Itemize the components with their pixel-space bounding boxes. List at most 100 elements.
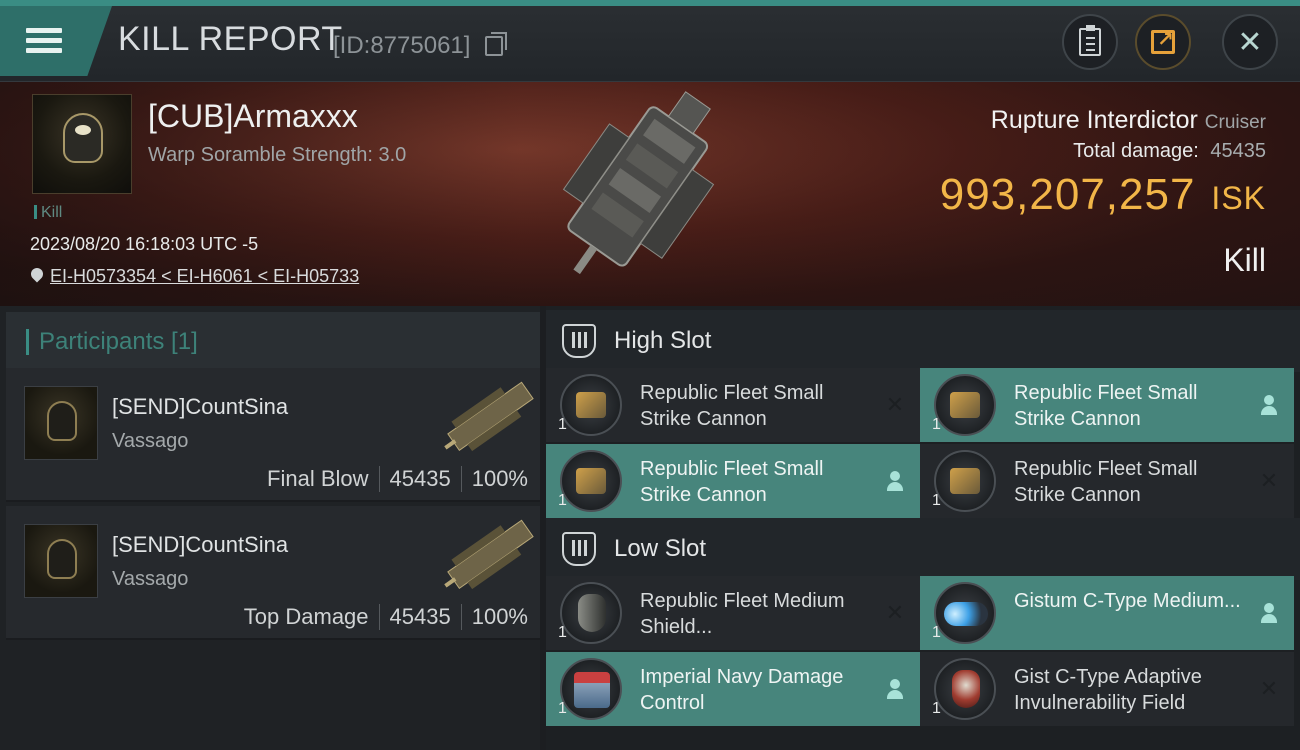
participants-header[interactable]: Participants [1] — [6, 312, 540, 372]
kill-report-window: KILL REPORT [ID:8775061] ✕ [CUB]Armaxxx … — [0, 0, 1300, 750]
destroyed-icon: ✕ — [885, 392, 905, 417]
module-quantity: 1 — [932, 492, 941, 509]
projectile-turret-icon — [560, 374, 622, 436]
module-name: Gistum C-Type Medium... — [1014, 590, 1241, 612]
location-link[interactable]: EI-H0573354 < EI-H6061 < EI-H05733 — [50, 266, 359, 287]
participant-row[interactable]: [SEND]CountSina Vassago Top Damage 45435… — [6, 506, 540, 640]
participant-percent: 100% — [471, 604, 528, 629]
module-item[interactable]: 1 Gistum C-Type Medium... — [920, 576, 1294, 650]
module-name: Republic Fleet Small Strike Cannon — [640, 458, 824, 506]
module-item[interactable]: 1 Gist C-Type Adaptive Invulnerability F… — [920, 652, 1294, 726]
module-name: Gist C-Type Adaptive Invulnerability Fie… — [1014, 666, 1202, 714]
participant-row[interactable]: [SEND]CountSina Vassago Final Blow 45435… — [6, 368, 540, 502]
dropped-person-icon — [884, 470, 906, 492]
module-name: Republic Fleet Small Strike Cannon — [1014, 458, 1198, 506]
dropped-person-icon — [1258, 394, 1280, 416]
ship-image — [562, 91, 715, 275]
module-quantity: 1 — [932, 416, 941, 433]
module-quantity: 1 — [932, 700, 941, 717]
module-quantity: 1 — [558, 700, 567, 717]
copy-icon[interactable] — [485, 32, 507, 56]
low-slot-header: Low Slot — [546, 518, 1300, 580]
participant-role: Final Blow — [267, 466, 369, 491]
kill-tag: Kill — [34, 204, 62, 222]
victim-subtitle: Warp Soramble Strength: 3.0 — [148, 144, 407, 166]
module-item[interactable]: 1 Republic Fleet Small Strike Cannon — [920, 368, 1294, 442]
result-label: Kill — [1223, 242, 1266, 278]
module-item[interactable]: 1 Republic Fleet Small Strike Cannon ✕ — [920, 444, 1294, 518]
participant-avatar — [24, 524, 98, 598]
participant-stats: Final Blow 45435 100% — [267, 466, 528, 492]
destroyed-icon: ✕ — [1259, 676, 1279, 701]
module-name: Republic Fleet Small Strike Cannon — [640, 382, 824, 430]
participant-stats: Top Damage 45435 100% — [244, 604, 528, 630]
high-slot-header: High Slot — [546, 310, 1300, 372]
clipboard-button[interactable] — [1062, 14, 1118, 70]
ship-name[interactable]: Rupture Interdictor Cruiser — [991, 106, 1266, 135]
module-item[interactable]: 1 Republic Fleet Small Strike Cannon — [546, 444, 920, 518]
destroyed-icon: ✕ — [885, 600, 905, 625]
module-quantity: 1 — [932, 624, 941, 641]
participants-panel: Participants [1] [SEND]CountSina Vassago… — [0, 306, 540, 750]
projectile-turret-icon — [934, 450, 996, 512]
destroyed-icon: ✕ — [1259, 468, 1279, 493]
high-slot-icon — [562, 324, 596, 358]
shield-booster-icon — [934, 582, 996, 644]
hamburger-icon — [26, 28, 62, 54]
invulnerability-field-icon — [934, 658, 996, 720]
module-name: Republic Fleet Small Strike Cannon — [1014, 382, 1198, 430]
participant-percent: 100% — [471, 466, 528, 491]
dropped-person-icon — [1258, 602, 1280, 624]
victim-avatar[interactable] — [32, 94, 132, 194]
participant-ship-image — [444, 381, 534, 452]
share-icon — [1151, 27, 1175, 54]
isk-value: 993,207,257 ISK — [940, 170, 1266, 220]
ship-category: Cruiser — [1204, 112, 1266, 133]
participant-damage: 45435 — [389, 466, 451, 491]
participant-role: Top Damage — [243, 604, 369, 629]
module-name: Republic Fleet Medium Shield... — [640, 590, 845, 638]
damage-control-icon — [560, 658, 622, 720]
fitting-panel: High Slot 1 Republic Fleet Small Strike … — [546, 306, 1300, 750]
module-item[interactable]: 1 Republic Fleet Medium Shield... ✕ — [546, 576, 920, 650]
projectile-turret-icon — [934, 374, 996, 436]
close-button[interactable]: ✕ — [1222, 14, 1278, 70]
isk-amount: 993,207,257 — [939, 170, 1196, 219]
module-item[interactable]: 1 Republic Fleet Small Strike Cannon ✕ — [546, 368, 920, 442]
total-damage-value: 45435 — [1210, 140, 1266, 162]
victim-name[interactable]: [CUB]Armaxxx — [148, 98, 358, 135]
low-slot-icon — [562, 532, 596, 566]
report-id: [ID:8775061] — [333, 32, 471, 59]
total-damage-label: Total damage: — [1073, 140, 1199, 162]
share-button[interactable] — [1135, 14, 1191, 70]
module-quantity: 1 — [558, 624, 567, 641]
participant-ship: Vassago — [112, 568, 189, 590]
clipboard-icon — [1079, 25, 1101, 56]
participant-name: [SEND]CountSina — [112, 394, 289, 419]
low-slot-label: Low Slot — [614, 535, 707, 562]
menu-button[interactable] — [0, 6, 112, 76]
projectile-turret-icon — [560, 450, 622, 512]
location-pin-icon — [30, 268, 44, 286]
participant-name: [SEND]CountSina — [112, 532, 289, 557]
page-title: KILL REPORT — [118, 20, 343, 58]
participant-avatar — [24, 386, 98, 460]
participant-damage: 45435 — [389, 604, 451, 629]
kill-location[interactable]: EI-H0573354 < EI-H6061 < EI-H05733 — [30, 266, 359, 287]
participant-ship: Vassago — [112, 430, 189, 452]
isk-unit: ISK — [1211, 180, 1266, 216]
participants-title: Participants [1] — [39, 328, 198, 355]
total-damage: Total damage: 45435 — [1073, 140, 1266, 163]
shield-extender-icon — [560, 582, 622, 644]
close-icon: ✕ — [1237, 25, 1263, 59]
dropped-person-icon — [884, 678, 906, 700]
high-slot-label: High Slot — [614, 327, 712, 354]
header-bar: KILL REPORT [ID:8775061] ✕ — [0, 0, 1300, 82]
module-quantity: 1 — [558, 416, 567, 433]
module-name: Imperial Navy Damage Control — [640, 666, 844, 714]
module-item[interactable]: 1 Imperial Navy Damage Control — [546, 652, 920, 726]
ship-type: Rupture Interdictor — [990, 106, 1198, 134]
participant-ship-image — [444, 519, 534, 590]
kill-timestamp: 2023/08/20 16:18:03 UTC -5 — [30, 234, 259, 254]
module-quantity: 1 — [558, 492, 567, 509]
